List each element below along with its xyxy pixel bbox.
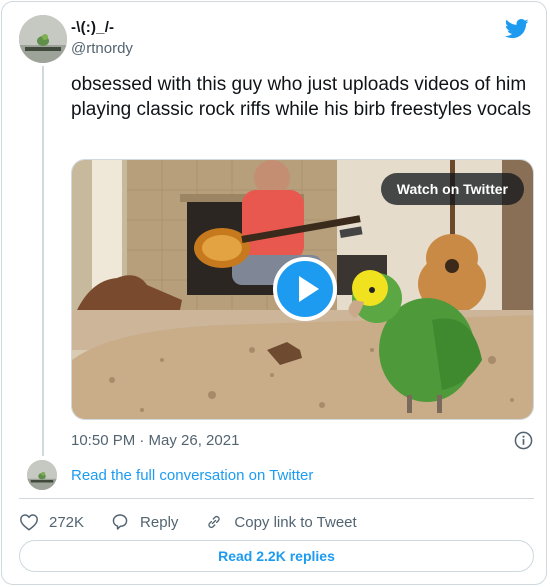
play-icon[interactable]: [273, 257, 337, 321]
link-icon: [208, 515, 221, 529]
author-handle[interactable]: @rtnordy: [71, 40, 133, 57]
divider: [19, 498, 534, 499]
read-full-conversation-link[interactable]: Read the full conversation on Twitter: [71, 467, 313, 484]
thread-line: [42, 66, 44, 456]
reply-icon: [112, 514, 128, 530]
like-button[interactable]: 272K: [19, 513, 84, 531]
tweet-card[interactable]: -\(:)_/- @rtnordy obsessed with this guy…: [1, 1, 547, 585]
avatar-image: [19, 15, 67, 63]
conversation-avatar[interactable]: [27, 460, 57, 490]
action-bar: 272K Reply Copy link to Tweet: [19, 510, 383, 534]
avatar-image: [27, 460, 57, 490]
heart-icon: [20, 514, 38, 531]
author-display-name[interactable]: -\(:)_/-: [71, 19, 114, 36]
author-avatar[interactable]: [19, 15, 67, 63]
video-media[interactable]: Watch on Twitter: [71, 159, 534, 420]
like-count: 272K: [49, 513, 85, 531]
copy-link-label: Copy link to Tweet: [234, 513, 357, 531]
read-replies-button[interactable]: Read 2.2K replies: [19, 540, 534, 572]
tweet-timestamp[interactable]: 10:50 PM · May 26, 2021: [71, 432, 239, 449]
info-icon[interactable]: [514, 431, 533, 455]
reply-label: Reply: [140, 513, 179, 531]
twitter-bird-icon[interactable]: [504, 19, 529, 44]
tweet-text: obsessed with this guy who just uploads …: [71, 74, 532, 120]
reply-button[interactable]: Reply: [110, 513, 178, 531]
watch-on-twitter-button[interactable]: Watch on Twitter: [380, 173, 524, 205]
copy-link-button[interactable]: Copy link to Tweet: [204, 513, 357, 531]
